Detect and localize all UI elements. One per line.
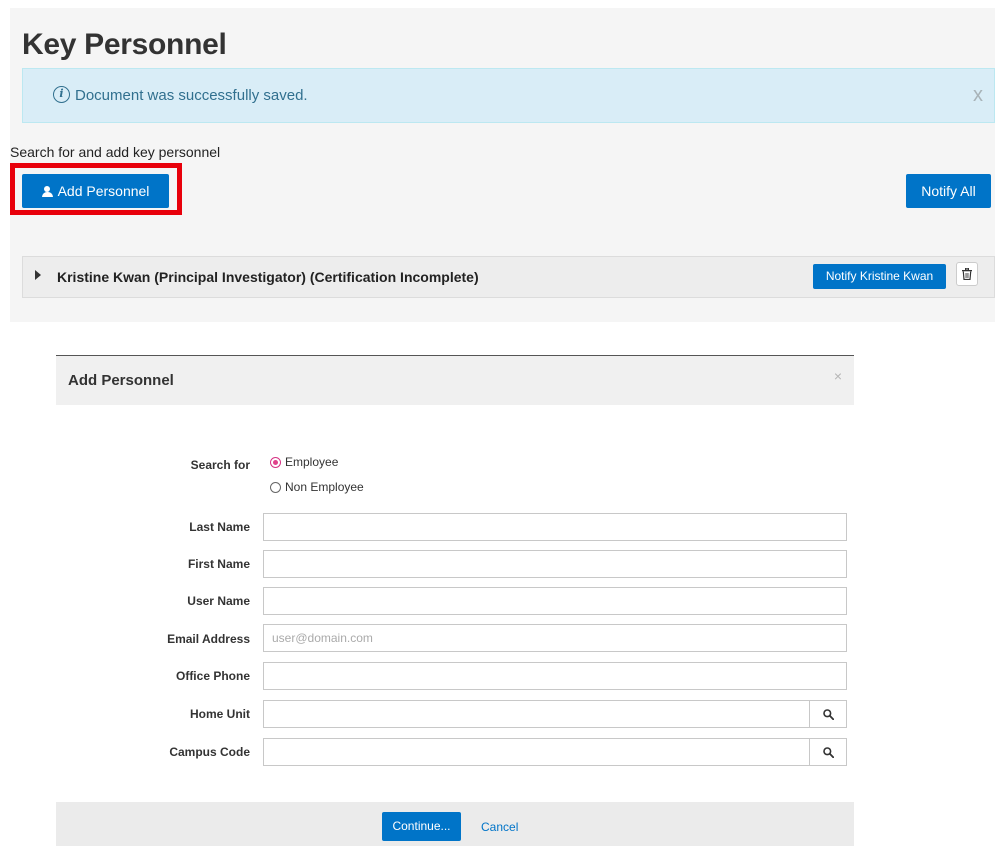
alert-close-icon[interactable]: x <box>973 85 983 105</box>
modal-footer: Continue... Cancel <box>56 802 854 846</box>
search-hint-text: Search for and add key personnel <box>10 144 221 160</box>
notify-person-button[interactable]: Notify Kristine Kwan <box>813 264 946 289</box>
modal-header: Add Personnel × <box>56 355 854 405</box>
radio-non-employee-label: Non Employee <box>285 480 364 494</box>
last-name-input[interactable] <box>263 513 847 541</box>
first-name-label: First Name <box>187 557 250 571</box>
campus-code-label: Campus Code <box>169 745 250 759</box>
user-name-input[interactable] <box>263 587 847 615</box>
campus-code-lookup <box>263 738 847 766</box>
last-name-label: Last Name <box>189 520 250 534</box>
radio-checked-icon <box>270 456 281 468</box>
home-unit-lookup <box>263 700 847 728</box>
user-name-label: User Name <box>187 594 250 608</box>
personnel-row: Kristine Kwan (Principal Investigator) (… <box>22 256 995 298</box>
search-for-label: Search for <box>190 458 250 472</box>
radio-non-employee[interactable]: Non Employee <box>270 480 364 494</box>
first-name-input[interactable] <box>263 550 847 578</box>
trash-icon <box>962 268 972 280</box>
email-address-input[interactable] <box>263 624 847 652</box>
search-icon <box>823 709 834 720</box>
info-circle-icon: i <box>53 86 70 103</box>
home-unit-search-button[interactable] <box>809 700 847 728</box>
key-personnel-panel: Key Personnel i Document was successfull… <box>10 8 995 322</box>
home-unit-label: Home Unit <box>190 707 250 721</box>
radio-unchecked-icon <box>270 481 281 493</box>
cancel-link[interactable]: Cancel <box>481 820 518 834</box>
continue-button[interactable]: Continue... <box>382 812 461 841</box>
add-personnel-button[interactable]: Add Personnel <box>22 174 169 208</box>
user-icon <box>41 186 53 197</box>
campus-code-search-button[interactable] <box>809 738 847 766</box>
modal-title: Add Personnel <box>68 372 174 389</box>
home-unit-input[interactable] <box>263 700 809 728</box>
search-icon <box>823 747 834 758</box>
personnel-name: Kristine Kwan (Principal Investigator) (… <box>57 269 479 285</box>
page-title: Key Personnel <box>22 28 227 61</box>
modal-close-icon[interactable]: × <box>834 368 842 384</box>
radio-employee-label: Employee <box>285 455 339 469</box>
email-address-label: Email Address <box>167 632 250 646</box>
office-phone-input[interactable] <box>263 662 847 690</box>
alert-message: Document was successfully saved. <box>75 87 308 104</box>
notify-all-button[interactable]: Notify All <box>906 174 991 208</box>
success-alert: i Document was successfully saved. x <box>22 68 995 123</box>
office-phone-label: Office Phone <box>175 669 250 683</box>
expand-caret-icon[interactable] <box>35 270 41 280</box>
add-personnel-label: Add Personnel <box>57 183 150 199</box>
delete-personnel-button[interactable] <box>956 262 978 286</box>
campus-code-input[interactable] <box>263 738 809 766</box>
radio-employee[interactable]: Employee <box>270 455 338 469</box>
